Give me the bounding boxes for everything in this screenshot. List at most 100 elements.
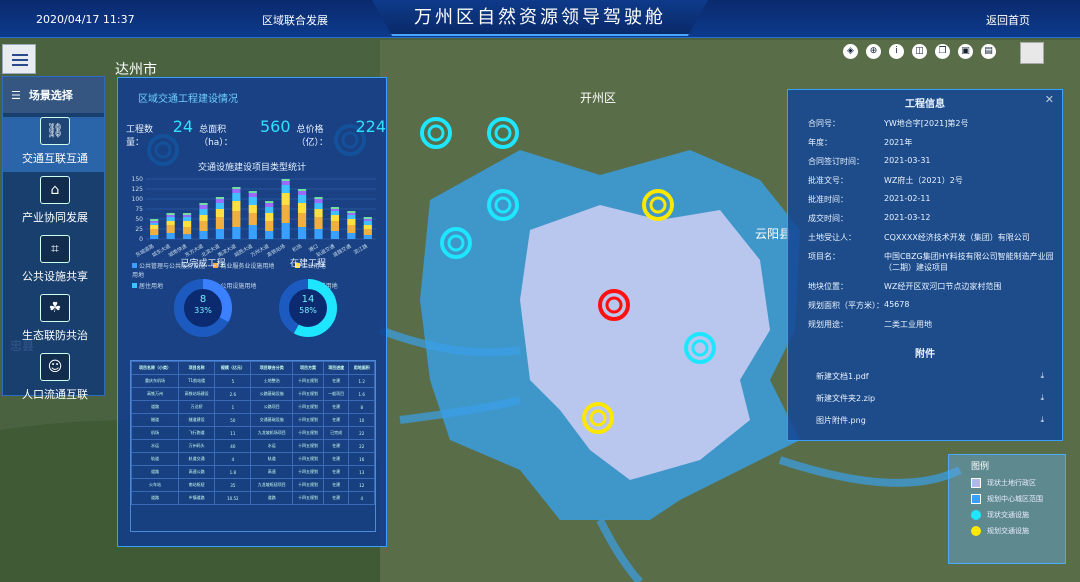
x-tick-label: 滨江路	[352, 243, 369, 257]
attachment-name[interactable]: 新建文档1.pdf	[816, 371, 869, 382]
locate-icon[interactable]: ⊕	[866, 44, 881, 59]
layers-icon[interactable]: ◈	[843, 44, 858, 59]
table-header: 项目联合分类	[250, 361, 294, 375]
info-key: 合同号：	[808, 119, 840, 128]
table-cell: 在建	[322, 465, 350, 479]
table-cell: 50	[214, 413, 252, 427]
bar-segment	[297, 189, 307, 191]
info-row: 合同签订时间： 2021-03-31	[788, 156, 1062, 167]
info-key: 项目名：	[808, 252, 840, 261]
table-header: 项目名称	[177, 361, 216, 375]
table-cell: 道路	[131, 465, 179, 479]
table-cell: 十四五规划	[292, 426, 324, 440]
top-bar: 2020/04/17 11:37 区域联合发展 万州区自然资源领导驾驶舱 返回首…	[0, 0, 1080, 38]
bar-segment	[363, 219, 372, 221]
info-value: 2021-03-31	[884, 156, 931, 165]
scene-nav-header: ☰ 场景选择	[3, 77, 104, 113]
info-key: 年度：	[808, 138, 832, 147]
bar-segment	[215, 203, 225, 209]
table-cell: 十四五规划	[292, 439, 324, 453]
table-row[interactable]: 重庆东机场 T1航站楼 5 土地整治 十四五规划 在建 1.2	[131, 374, 375, 388]
menu-icon	[12, 54, 28, 56]
table-row[interactable]: 机场 飞行跑道 11 九龙坡机场项目 十四五规划 已完成 22	[131, 426, 375, 440]
attachment-name[interactable]: 图片附件.png	[816, 415, 866, 426]
close-icon[interactable]: ✕	[1045, 93, 1054, 106]
table-cell: 5	[214, 374, 252, 388]
table-row[interactable]: 隧道 隧道建设 50 交通基础设施 十四五规划 在建 10	[131, 413, 375, 427]
scene-nav-item[interactable]: ☘ 生态联防共治	[3, 294, 104, 349]
table-row[interactable]: 道路 万达桥 1 公路项目 十四五规划 在建 8	[131, 400, 375, 414]
info-row: 批准文号： WZ府土（2021）2号	[788, 175, 1062, 186]
basemap-thumbnail[interactable]	[1020, 42, 1044, 64]
copy-icon[interactable]: ❐	[935, 44, 950, 59]
table-row[interactable]: 水运 万州码头 40 水运 十四五规划 在建 22	[131, 439, 375, 453]
table-cell: 九龙坡枢纽项目	[250, 478, 294, 492]
map-label: 开州区	[580, 91, 616, 105]
info-value: CQXXXX经济技术开发（集团）有限公司	[884, 233, 1030, 242]
panel-title: 区域交通工程建设情况	[138, 94, 238, 105]
table-cell: 道路	[131, 491, 179, 505]
scene-nav-item[interactable]: ☺ 人口流通互联	[3, 353, 104, 408]
table-row[interactable]: 道路 乡镇道路 10.52 道路 十四五规划 在建 4	[131, 491, 375, 505]
total-price: 224	[355, 117, 386, 136]
y-tick-label: 50	[135, 216, 143, 223]
attachment-row[interactable]: 新建文档1.pdf ⤓	[788, 371, 1062, 382]
info-key: 批准文号：	[808, 176, 848, 185]
bar-segment	[330, 231, 340, 239]
home-button[interactable]: 返回首页	[986, 12, 1030, 28]
bar-segment	[265, 213, 274, 221]
bar-segment	[265, 207, 274, 213]
table-cell: 1.2	[348, 374, 375, 388]
table-row[interactable]: 火车站 南站枢纽 35 九龙坡枢纽项目 十四五规划 在建 12	[131, 478, 375, 492]
subtitle-tab[interactable]: 区域联合发展	[262, 12, 328, 28]
bar-segment	[363, 221, 372, 225]
table-row[interactable]: 高铁万州 高铁站场建设 2.6 公路基础设施 十四五规划 一般项目 1.6	[131, 387, 375, 401]
bar-segment	[199, 205, 208, 209]
table-cell: 十四五规划	[292, 491, 324, 505]
download-icon[interactable]: ⤓	[1040, 371, 1044, 382]
bar-segment	[248, 205, 257, 213]
table-cell: 道路	[250, 491, 294, 505]
chart-legend-label: 居住用地	[139, 283, 164, 290]
info-row: 土地受让人： CQXXXX经济技术开发（集团）有限公司	[788, 232, 1062, 243]
attachment-row[interactable]: 新建文件夹2.zip ⤓	[788, 393, 1062, 404]
bar-segment	[330, 207, 340, 209]
y-tick-label: 100	[132, 196, 144, 203]
table-cell: 隧道建设	[177, 413, 216, 427]
attachment-name[interactable]: 新建文件夹2.zip	[816, 393, 875, 404]
bar-segment	[314, 217, 323, 229]
download-icon[interactable]: ⤓	[1040, 393, 1044, 404]
table-cell: 2.6	[214, 387, 252, 401]
scene-nav-item[interactable]: ⌗ 公共设施共享	[3, 235, 104, 290]
bar-segment	[363, 235, 372, 239]
info-row: 批准时间： 2021-02-11	[788, 194, 1062, 205]
bar-segment	[265, 231, 274, 239]
bar-segment	[281, 193, 290, 205]
scene-nav-item[interactable]: ⌂ 产业协同发展	[3, 176, 104, 231]
toolbox-icon[interactable]: ▤	[981, 44, 996, 59]
attachment-row[interactable]: 图片附件.png ⤓	[788, 415, 1062, 426]
page-title: 万州区自然资源领导驾驶舱	[414, 7, 666, 28]
info-icon[interactable]: i	[889, 44, 904, 59]
download-icon[interactable]: ⤓	[1040, 415, 1044, 426]
split-icon[interactable]: ◫	[912, 44, 927, 59]
table-cell: 高速公路	[177, 465, 216, 479]
bar-segment	[314, 199, 323, 203]
bar-segment	[182, 217, 192, 221]
map-label: 云阳县	[755, 227, 791, 241]
bar-segment	[215, 217, 225, 229]
bar-segment	[248, 191, 257, 193]
legend-title: 图例	[971, 462, 990, 472]
window-icon[interactable]: ▣	[958, 44, 973, 59]
traffic-interchange-icon: ⛓	[40, 117, 70, 145]
map-label: 达州市	[115, 61, 157, 78]
table-row[interactable]: 道路 高速公路 1.8 高速 十四五规划 在建 13	[131, 465, 375, 479]
bar-segment	[166, 215, 175, 217]
bar-segment	[314, 229, 323, 239]
table-cell: 水运	[131, 439, 179, 453]
legend-item: 规划中心城区范围	[971, 494, 1065, 504]
bar-segment	[166, 233, 175, 239]
menu-toggle-button[interactable]	[2, 44, 36, 74]
scene-nav-item[interactable]: ⛓ 交通互联互通	[3, 117, 104, 172]
table-row[interactable]: 轨道 轨道交通 4 轨道 十四五规划 在建 16	[131, 452, 375, 466]
